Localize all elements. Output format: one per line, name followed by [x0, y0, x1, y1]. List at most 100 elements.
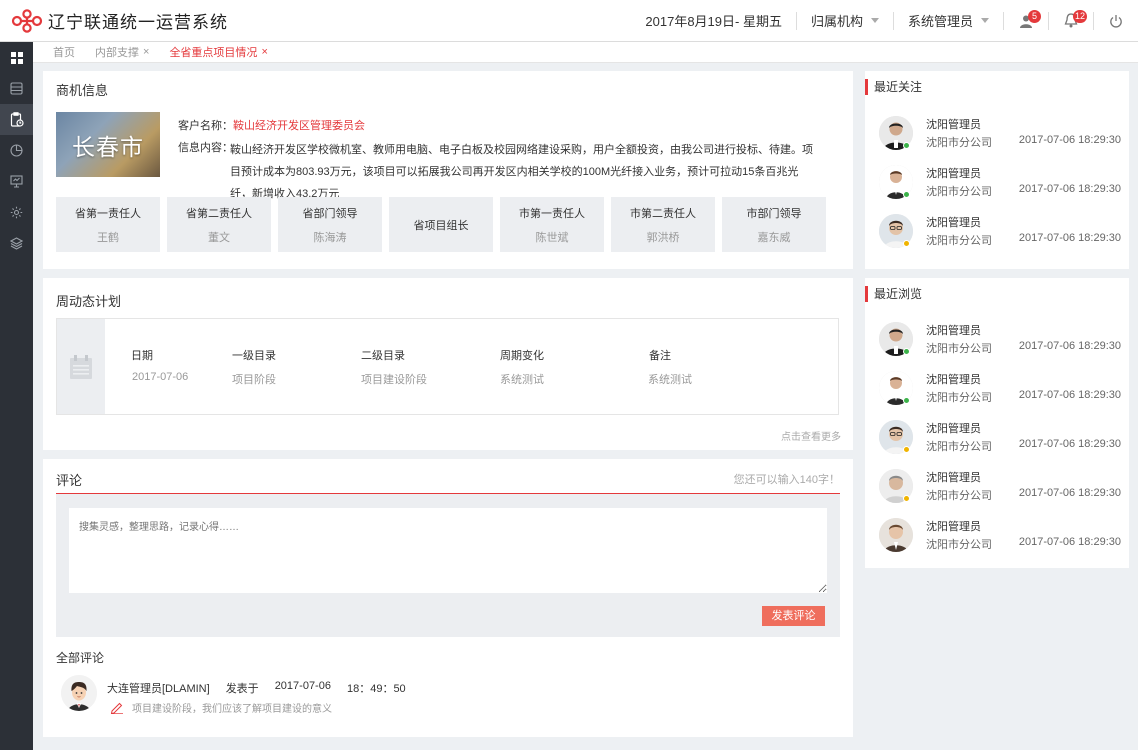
- plan-cell-date: 2017-07-06: [132, 371, 189, 383]
- app-title: 辽宁联通统一运营系统: [48, 13, 228, 32]
- all-comments-title: 全部评论: [56, 651, 105, 665]
- org-dropdown[interactable]: 归属机构: [797, 11, 893, 30]
- clipboard-icon: [10, 112, 24, 127]
- user-list-item[interactable]: 沈阳管理员 沈阳市分公司 2017-07-06 18:29:30: [879, 418, 1124, 458]
- comment-input[interactable]: [69, 508, 827, 593]
- tab-home[interactable]: 首页: [33, 44, 85, 60]
- close-icon[interactable]: ×: [261, 46, 267, 58]
- user-name: 沈阳管理员: [926, 374, 981, 386]
- notification-badge: 5: [1028, 9, 1041, 23]
- plan-header-date: 日期: [131, 350, 153, 362]
- chevron-down-icon: [981, 18, 989, 23]
- power-icon: [1110, 14, 1122, 28]
- sidebar-item-projects[interactable]: [0, 104, 33, 135]
- pencil-icon: [110, 702, 123, 714]
- leader-card[interactable]: 市第二责任人 郭洪桥: [611, 197, 715, 252]
- layers-icon: [10, 237, 23, 250]
- user-name: 沈阳管理员: [926, 119, 981, 131]
- comment-panel: 评论 您还可以输入140字！ 发表评论 全部评论 大连管理员[DLAMIN] 发…: [43, 459, 853, 737]
- presentation-icon: [10, 175, 23, 188]
- user-dropdown[interactable]: 系统管理员: [894, 11, 1003, 30]
- user-org: 沈阳市分公司: [926, 137, 992, 149]
- comment-text: 项目建设阶段，我们应该了解项目建设的意义: [132, 704, 332, 715]
- leader-card[interactable]: 市部门领导 嘉东威: [722, 197, 826, 252]
- recent-follow-panel: 最近关注 沈阳管理员 沈阳市分公司 2017-07-06 18:29:30 沈阳管理员…: [865, 71, 1129, 269]
- user-list-item[interactable]: 沈阳管理员 沈阳市分公司 2017-07-06 18:29:30: [879, 516, 1124, 556]
- info-content: 鞍山经济开发区学校微机室、教师用电脑、电子白板及校园网络建设采购，用户全额投资，…: [230, 144, 813, 200]
- panel-title: 评论: [56, 473, 83, 488]
- sidebar-item-statistics[interactable]: [0, 135, 33, 166]
- user-name: 沈阳管理员: [926, 325, 981, 337]
- tab-label: 内部支撑: [95, 47, 139, 59]
- status-dot-icon: [903, 446, 910, 453]
- tab-key-projects[interactable]: 全省重点项目情况 ×: [159, 44, 277, 60]
- leader-card[interactable]: 省项目组长: [389, 197, 493, 252]
- user-avatar-icon: [61, 675, 97, 711]
- close-icon[interactable]: ×: [143, 46, 149, 58]
- user-list-item[interactable]: 沈阳管理员 沈阳市分公司 2017-07-06 18:29:30: [879, 114, 1124, 154]
- org-dropdown-label: 归属机构: [810, 14, 863, 29]
- user-list-item[interactable]: 沈阳管理员 沈阳市分公司 2017-07-06 18:29:30: [879, 467, 1124, 507]
- leader-card[interactable]: 省第二责任人 董文: [167, 197, 271, 252]
- leader-role: 市第二责任人: [630, 207, 696, 220]
- comment-meta: 大连管理员[DLAMIN] 发表于 2017-07-06 18：49：50: [107, 680, 406, 696]
- customer-link[interactable]: 鞍山经济开发区管理委员会: [233, 120, 365, 132]
- user-time: 2017-07-06 18:29:30: [1018, 232, 1121, 244]
- leader-role: 省第一责任人: [75, 207, 141, 220]
- panel-title: 最近浏览: [865, 286, 922, 302]
- sidebar-item-database[interactable]: [0, 73, 33, 104]
- user-list-item[interactable]: 沈阳管理员沈阳市分公司 2017-07-06 18:29:30: [879, 212, 1124, 252]
- leader-name: 嘉东威: [757, 231, 791, 244]
- user-org: 沈阳市分公司: [926, 235, 992, 247]
- plan-header-remark: 备注: [649, 350, 671, 362]
- sidebar-item-reports[interactable]: [0, 166, 33, 197]
- tab-label: 首页: [53, 47, 75, 59]
- user-time: 2017-07-06 18:29:30: [1018, 536, 1121, 548]
- plan-header-cycle: 周期变化: [500, 350, 544, 362]
- user-org: 沈阳市分公司: [926, 392, 992, 404]
- sidebar-item-layers[interactable]: [0, 228, 33, 259]
- leader-role: 市部门领导: [746, 207, 802, 220]
- pie-chart-icon: [10, 144, 23, 157]
- tab-internal-support[interactable]: 内部支撑 ×: [85, 44, 159, 60]
- submit-comment-button[interactable]: 发表评论: [762, 606, 825, 626]
- char-limit-hint: 您还可以输入140字！: [733, 474, 840, 486]
- comment-author[interactable]: 大连管理员[DLAMIN]: [107, 680, 210, 696]
- user-list-item[interactable]: 沈阳管理员 沈阳市分公司 2017-07-06 18:29:30: [879, 320, 1124, 360]
- user-org: 沈阳市分公司: [926, 186, 992, 198]
- plan-cell-remark: 系统测试: [648, 374, 692, 386]
- plan-icon-column: [57, 319, 105, 414]
- city-image: 长春市: [56, 112, 160, 177]
- user-org: 沈阳市分公司: [926, 539, 992, 551]
- status-dot-icon: [903, 348, 910, 355]
- user-list-item[interactable]: 沈阳管理员 沈阳市分公司 2017-07-06 18:29:30: [879, 163, 1124, 203]
- alert-badge: 12: [1073, 9, 1088, 23]
- city-image-text: 长春市: [72, 133, 144, 160]
- alerts-button[interactable]: 12: [1049, 0, 1093, 42]
- comment-time: 18：49：50: [346, 683, 406, 695]
- current-date: 2017年8月19日- 星期五: [645, 14, 782, 29]
- logout-button[interactable]: [1094, 0, 1138, 42]
- user-name: 沈阳管理员: [926, 423, 981, 435]
- user-list-item[interactable]: 沈阳管理员沈阳市分公司 2017-07-06 18:29:30: [879, 369, 1124, 409]
- sidebar-item-dashboard[interactable]: [0, 42, 33, 73]
- user-name: 沈阳管理员: [926, 217, 981, 229]
- weekly-plan-panel: 周动态计划 日期 一级目录 二级目录 周期变化 备注 2017-07-06 项目…: [43, 278, 853, 450]
- leader-card[interactable]: 市第一责任人 陈世斌: [500, 197, 604, 252]
- user-time: 2017-07-06 18:29:30: [1018, 389, 1121, 401]
- status-dot-icon: [903, 240, 910, 247]
- dashboard-icon: [10, 51, 23, 64]
- top-bar: 辽宁联通统一运营系统 2017年8月19日- 星期五 归属机构 系统管理员 5 …: [0, 0, 1138, 42]
- comment-posted-label: 发表于: [225, 683, 259, 695]
- leader-card[interactable]: 省部门领导 陈海涛: [278, 197, 382, 252]
- leader-role: 市第一责任人: [519, 207, 585, 220]
- sidebar-item-settings[interactable]: [0, 197, 33, 228]
- view-more-link[interactable]: 点击查看更多: [781, 428, 841, 443]
- logo[interactable]: 辽宁联通统一运营系统: [0, 8, 228, 33]
- notifications-button[interactable]: 5: [1004, 0, 1048, 42]
- calendar-icon: [70, 354, 92, 379]
- panel-title: 商机信息: [56, 83, 109, 98]
- leader-name: 陈海涛: [313, 231, 347, 244]
- leader-card[interactable]: 省第一责任人 王鹤: [56, 197, 160, 252]
- panel-title: 最近关注: [865, 79, 922, 95]
